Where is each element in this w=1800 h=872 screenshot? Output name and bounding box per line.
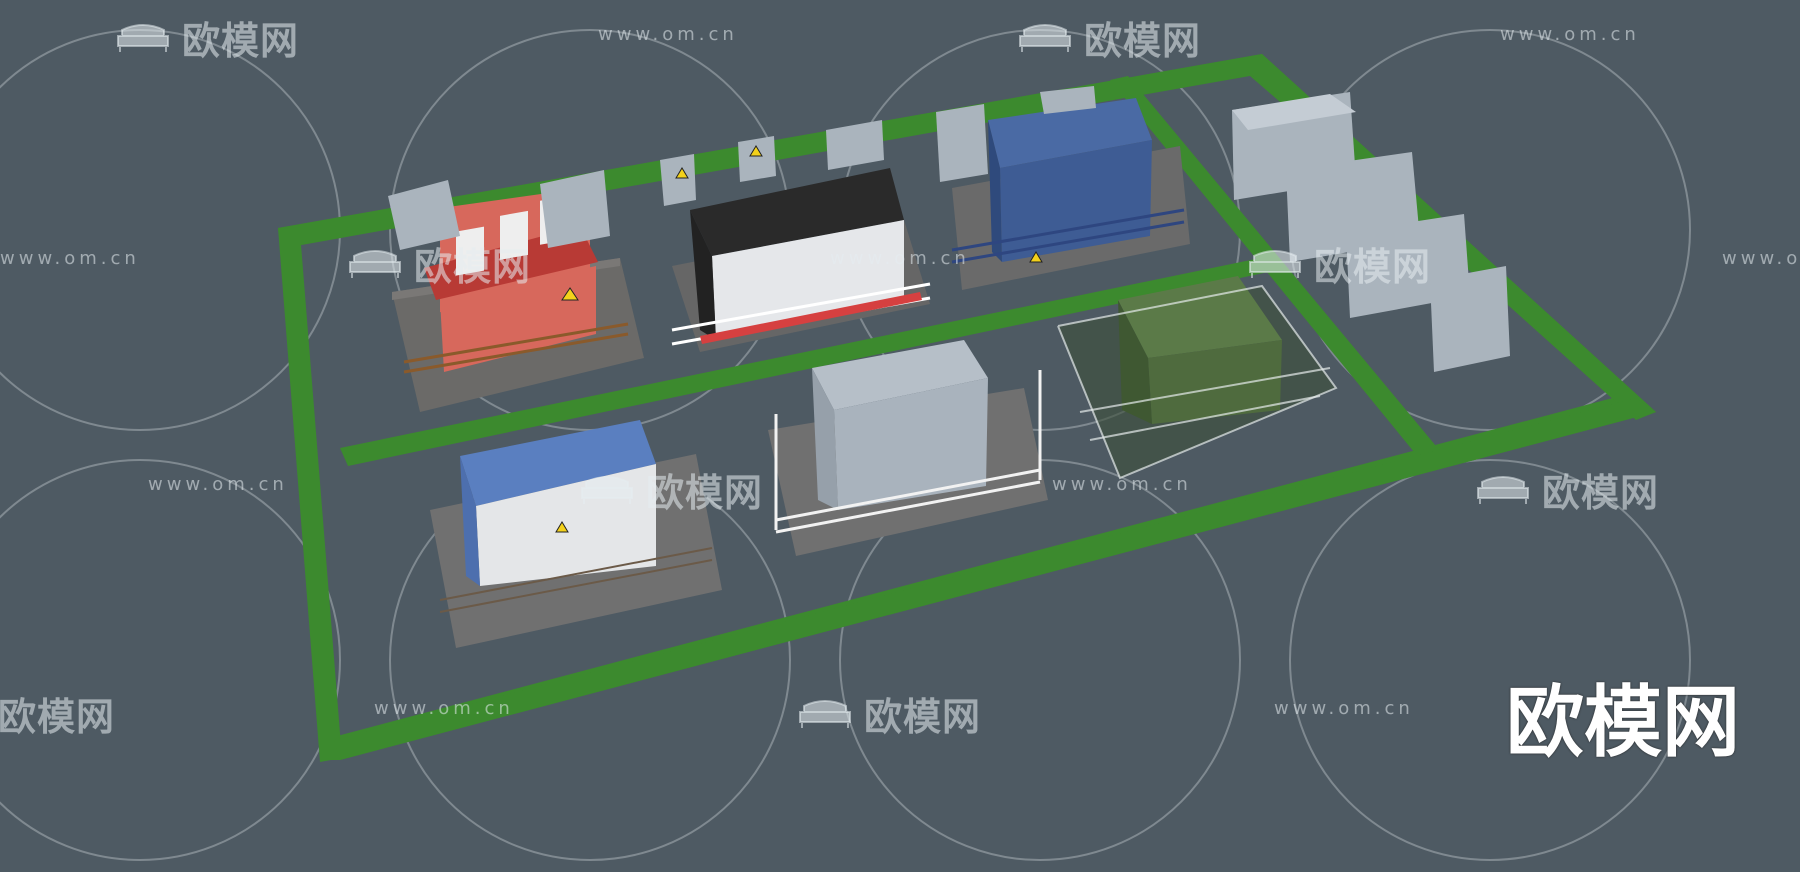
corner-brand-mark: 欧模网 [1505,678,1740,768]
grey-substation [768,340,1048,556]
white-substation [430,420,722,648]
viewport: 欧模网 www.om.cn 欧模网 www.om.cn www.om.cn 欧模… [0,0,1800,872]
